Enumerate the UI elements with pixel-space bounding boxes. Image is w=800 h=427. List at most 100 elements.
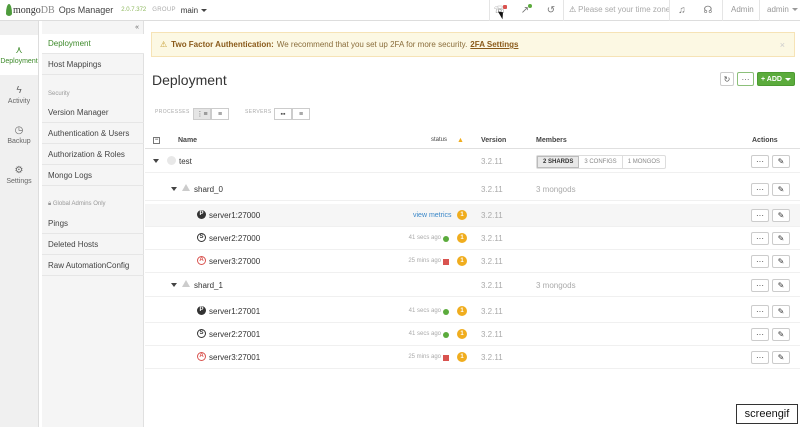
nav-label: Activity [7,98,31,105]
bell-icon[interactable]: ♫ [675,4,689,17]
shard-name[interactable]: shard_1 [194,281,223,290]
server-grid-toggle[interactable]: ▪▪ [274,108,292,120]
row-more-button[interactable]: ··· [751,328,769,341]
server-row[interactable]: S server2:27001 41 secs ago 1 3.2.11 ···… [145,323,800,346]
server-name[interactable]: server1:27000 [209,211,260,220]
gear-icon: ⚙ [14,165,24,176]
row-more-button[interactable]: ··· [751,232,769,245]
edit-icon[interactable]: ✎ [772,183,790,196]
subnav-item-raw-automation-config[interactable]: Raw AutomationConfig [42,256,144,276]
last-ping: 41 secs ago [408,331,441,337]
warning-count-badge[interactable]: 1 [457,329,467,339]
edit-icon[interactable]: ✎ [772,155,790,168]
server-row[interactable]: A server3:27000 25 mins ago 1 3.2.11 ···… [145,250,800,273]
nav-settings[interactable]: ⚙ Settings [0,155,38,195]
edit-icon[interactable]: ✎ [772,255,790,268]
subnav-section-security: Security [48,91,70,97]
row-more-button[interactable]: ··· [751,255,769,268]
subnav-item-deleted-hosts[interactable]: Deleted Hosts [42,235,144,255]
warning-count-badge[interactable]: 1 [457,233,467,243]
cluster-name[interactable]: test [179,157,192,166]
alert-indicator [503,5,507,9]
user-menu[interactable]: admin [767,5,798,14]
server-row[interactable]: P server1:27001 41 secs ago 1 3.2.11 ···… [145,300,800,323]
edit-icon[interactable]: ✎ [772,351,790,364]
edit-icon[interactable]: ✎ [772,209,790,222]
server-name[interactable]: server3:27001 [209,353,260,362]
cluster-row[interactable]: test 3.2.11 2 SHARDS 3 CONFIGS 1 MONGOS … [145,150,800,173]
shard-row[interactable]: shard_1 3.2.11 3 mongods ··· ✎ [145,274,800,297]
two-factor-settings-link[interactable]: 2FA Settings [470,40,518,49]
subnav-item-authentication[interactable]: Authentication & Users [42,124,144,144]
warning-count-badge[interactable]: 1 [457,352,467,362]
row-more-button[interactable]: ··· [751,351,769,364]
edit-icon[interactable]: ✎ [772,232,790,245]
shards-pill[interactable]: 2 SHARDS [537,156,580,168]
timezone-warning[interactable]: ⚠ Please set your time zone [569,5,670,14]
mongos-pill[interactable]: 1 MONGOS [623,156,665,168]
shard-row[interactable]: shard_0 3.2.11 3 mongods ··· ✎ [145,178,800,201]
server-list-toggle[interactable]: ≡ [292,108,310,120]
subnav-item-pings[interactable]: Pings [42,214,144,234]
expand-icon[interactable] [171,187,177,191]
row-more-button[interactable]: ··· [751,279,769,292]
topology-view-toggle[interactable]: ⋮≡ [193,108,211,120]
server-name[interactable]: server2:27001 [209,330,260,339]
group-selector[interactable]: main [181,6,208,15]
more-options-button[interactable]: ··· [737,72,754,86]
subnav-item-mongo-logs[interactable]: Mongo Logs [42,166,144,186]
server-version: 3.2.11 [481,257,503,266]
edit-icon[interactable]: ✎ [772,305,790,318]
nav-backup[interactable]: ◷ Backup [0,115,38,155]
table-header: − Name status ▲ Version Members Actions [145,132,800,149]
close-icon[interactable]: × [780,40,785,50]
configs-pill[interactable]: 3 CONFIGS [579,156,623,168]
subnav-item-version-manager[interactable]: Version Manager [42,103,144,123]
subnav-item-host-mappings[interactable]: Host Mappings [42,55,144,75]
warning-count-badge[interactable]: 1 [457,256,467,266]
server-name[interactable]: server1:27001 [209,307,260,316]
shard-name[interactable]: shard_0 [194,185,223,194]
header-name[interactable]: Name [178,137,197,144]
brand-logo[interactable]: mongoDB Ops Manager 2.0.7.372 GROUP main [0,4,208,16]
nav-activity[interactable]: ϟ Activity [0,75,38,115]
edit-icon[interactable]: ✎ [772,279,790,292]
server-name[interactable]: server3:27000 [209,257,260,266]
server-row[interactable]: S server2:27000 41 secs ago 1 3.2.11 ···… [145,227,800,250]
expand-icon[interactable] [153,159,159,163]
collapse-icon[interactable]: « [135,24,139,31]
subnav-item-authorization[interactable]: Authorization & Roles [42,145,144,165]
warning-count-badge[interactable]: 1 [457,306,467,316]
secondary-role-icon: S [197,329,206,338]
row-more-button[interactable]: ··· [751,183,769,196]
warning-count-badge[interactable]: 1 [457,210,467,220]
arbiter-role-icon: A [197,256,206,265]
row-more-button[interactable]: ··· [751,155,769,168]
row-more-button[interactable]: ··· [751,209,769,222]
edit-icon[interactable]: ✎ [772,328,790,341]
status-indicator [443,236,449,242]
activity-monitor-icon[interactable]: ↗ [518,4,532,17]
support-icon[interactable]: ☊ [701,4,715,17]
expand-icon[interactable] [171,283,177,287]
select-all-checkbox[interactable]: − [153,137,160,144]
grid-icon: ▪▪ [280,110,286,118]
add-button[interactable]: + ADD [757,72,795,86]
view-metrics-link[interactable]: view metrics [413,212,452,219]
refresh-button[interactable]: ↻ [720,72,734,86]
alert-message: We recommend that you set up 2FA for mor… [276,40,468,49]
header-version[interactable]: Version [481,137,506,144]
row-more-button[interactable]: ··· [751,305,769,318]
history-icon[interactable]: ↺ [544,4,558,17]
admin-link[interactable]: Admin [731,5,754,14]
server-row[interactable]: P server1:27000 view metrics 1 3.2.11 ··… [145,204,800,227]
list-view-toggle[interactable]: ≡ [211,108,229,120]
page-title: Deployment [152,72,227,88]
header-status[interactable]: status [431,137,447,143]
nav-deployment[interactable]: ⋏ Deployment [0,35,38,75]
shard-members: 3 mongods [536,281,576,290]
header-members[interactable]: Members [536,137,567,144]
server-row[interactable]: A server3:27001 25 mins ago 1 3.2.11 ···… [145,346,800,369]
subnav-item-deployment[interactable]: Deployment [42,34,144,54]
server-name[interactable]: server2:27000 [209,234,260,243]
